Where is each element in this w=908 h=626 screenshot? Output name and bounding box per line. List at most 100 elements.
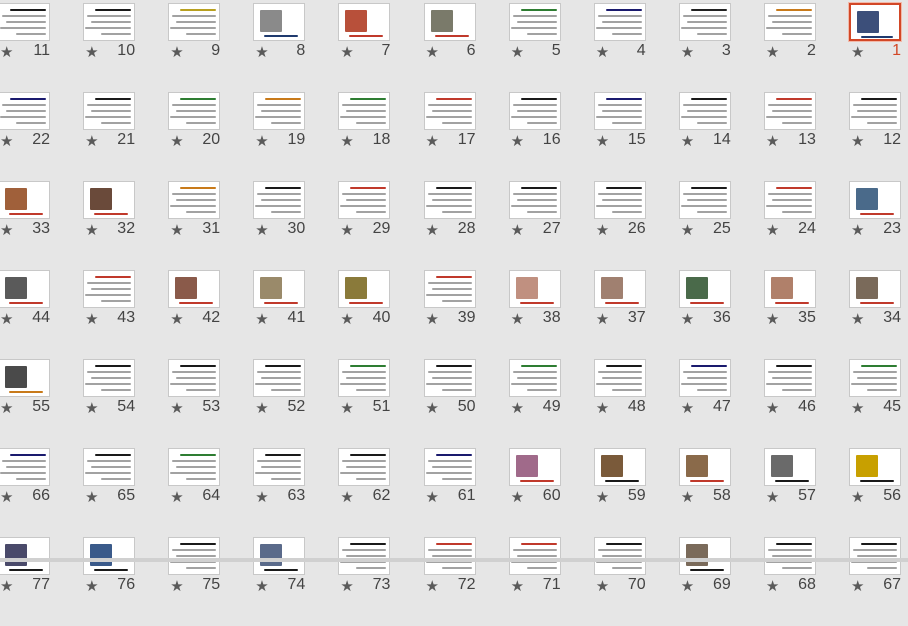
slide-preview[interactable] <box>508 181 561 219</box>
slide-thumbnail-43[interactable]: ★ 43 <box>83 270 168 359</box>
slide-thumbnail-44[interactable]: ★ 44 <box>0 270 83 359</box>
slide-thumbnail-16[interactable]: ★ 16 <box>508 92 594 181</box>
slide-thumbnail-19[interactable]: ★ 19 <box>253 92 338 181</box>
slide-thumbnail-69[interactable]: ★ 69 <box>678 537 764 626</box>
slide-preview[interactable] <box>253 448 306 486</box>
slide-preview[interactable] <box>678 359 731 397</box>
slide-thumbnail-30[interactable]: ★ 30 <box>253 181 338 270</box>
slide-preview[interactable] <box>338 448 391 486</box>
slide-preview[interactable] <box>508 270 561 308</box>
slide-thumbnail-31[interactable]: ★ 31 <box>168 181 253 270</box>
slide-thumbnail-15[interactable]: ★ 15 <box>593 92 679 181</box>
slide-thumbnail-23[interactable]: ★ 23 <box>849 181 908 270</box>
slide-preview[interactable] <box>763 270 816 308</box>
slide-thumbnail-35[interactable]: ★ 35 <box>763 270 849 359</box>
slide-preview[interactable] <box>508 537 561 575</box>
slide-preview[interactable] <box>168 181 221 219</box>
slide-preview[interactable] <box>253 270 306 308</box>
slide-preview[interactable] <box>593 448 646 486</box>
slide-preview[interactable] <box>0 92 50 130</box>
slide-thumbnail-62[interactable]: ★ 62 <box>338 448 423 537</box>
slide-preview[interactable] <box>508 448 561 486</box>
slide-thumbnail-70[interactable]: ★ 70 <box>593 537 679 626</box>
slide-thumbnail-59[interactable]: ★ 59 <box>593 448 679 537</box>
slide-thumbnail-18[interactable]: ★ 18 <box>338 92 423 181</box>
slide-preview[interactable] <box>423 448 476 486</box>
slide-thumbnail-63[interactable]: ★ 63 <box>253 448 338 537</box>
slide-preview[interactable] <box>168 270 221 308</box>
slide-thumbnail-71[interactable]: ★ 71 <box>508 537 594 626</box>
slide-thumbnail-8[interactable]: ★ 8 <box>253 3 338 92</box>
slide-thumbnail-42[interactable]: ★ 42 <box>168 270 253 359</box>
slide-thumbnail-14[interactable]: ★ 14 <box>678 92 764 181</box>
slide-thumbnail-77[interactable]: ★ 77 <box>0 537 83 626</box>
slide-thumbnail-51[interactable]: ★ 51 <box>338 359 423 448</box>
slide-thumbnail-7[interactable]: ★ 7 <box>338 3 423 92</box>
slide-preview[interactable] <box>593 270 646 308</box>
slide-thumbnail-36[interactable]: ★ 36 <box>678 270 764 359</box>
slide-thumbnail-60[interactable]: ★ 60 <box>508 448 594 537</box>
slide-thumbnail-29[interactable]: ★ 29 <box>338 181 423 270</box>
slide-thumbnail-27[interactable]: ★ 27 <box>508 181 594 270</box>
slide-thumbnail-11[interactable]: ★ 11 <box>0 3 83 92</box>
slide-preview[interactable] <box>678 448 731 486</box>
slide-thumbnail-5[interactable]: ★ 5 <box>508 3 594 92</box>
slide-thumbnail-24[interactable]: ★ 24 <box>763 181 849 270</box>
slide-thumbnail-74[interactable]: ★ 74 <box>253 537 338 626</box>
slide-preview[interactable] <box>83 537 136 575</box>
slide-preview[interactable] <box>168 92 221 130</box>
slide-thumbnail-21[interactable]: ★ 21 <box>83 92 168 181</box>
slide-preview[interactable] <box>423 537 476 575</box>
slide-preview[interactable] <box>0 448 50 486</box>
slide-thumbnail-66[interactable]: ★ 66 <box>0 448 83 537</box>
slide-thumbnail-28[interactable]: ★ 28 <box>423 181 509 270</box>
slide-thumbnail-73[interactable]: ★ 73 <box>338 537 423 626</box>
slide-preview[interactable] <box>849 181 901 219</box>
slide-thumbnail-41[interactable]: ★ 41 <box>253 270 338 359</box>
slide-thumbnail-4[interactable]: ★ 4 <box>593 3 679 92</box>
slide-preview[interactable] <box>423 3 476 41</box>
slide-preview[interactable] <box>0 3 50 41</box>
slide-thumbnail-45[interactable]: ★ 45 <box>849 359 908 448</box>
slide-preview[interactable] <box>849 359 901 397</box>
slide-preview[interactable] <box>83 181 136 219</box>
slide-thumbnail-40[interactable]: ★ 40 <box>338 270 423 359</box>
slide-preview[interactable] <box>423 270 476 308</box>
slide-thumbnail-26[interactable]: ★ 26 <box>593 181 679 270</box>
slide-thumbnail-76[interactable]: ★ 76 <box>83 537 168 626</box>
slide-thumbnail-65[interactable]: ★ 65 <box>83 448 168 537</box>
slide-thumbnail-39[interactable]: ★ 39 <box>423 270 509 359</box>
slide-thumbnail-55[interactable]: ★ 55 <box>0 359 83 448</box>
slide-thumbnail-22[interactable]: ★ 22 <box>0 92 83 181</box>
slide-preview[interactable] <box>678 270 731 308</box>
slide-preview[interactable] <box>423 181 476 219</box>
slide-thumbnail-68[interactable]: ★ 68 <box>763 537 849 626</box>
slide-preview[interactable] <box>168 448 221 486</box>
slide-thumbnail-58[interactable]: ★ 58 <box>678 448 764 537</box>
slide-preview[interactable] <box>338 181 391 219</box>
slide-preview[interactable] <box>83 359 136 397</box>
slide-thumbnail-13[interactable]: ★ 13 <box>763 92 849 181</box>
slide-thumbnail-20[interactable]: ★ 20 <box>168 92 253 181</box>
slide-thumbnail-25[interactable]: ★ 25 <box>678 181 764 270</box>
slide-thumbnail-1[interactable]: ★ 1 <box>849 3 908 92</box>
slide-thumbnail-67[interactable]: ★ 67 <box>849 537 908 626</box>
slide-thumbnail-64[interactable]: ★ 64 <box>168 448 253 537</box>
horizontal-scrollbar[interactable] <box>0 558 908 562</box>
slide-preview[interactable] <box>678 181 731 219</box>
slide-thumbnail-33[interactable]: ★ 33 <box>0 181 83 270</box>
slide-preview[interactable] <box>678 537 731 575</box>
slide-preview[interactable] <box>593 359 646 397</box>
slide-preview[interactable] <box>593 3 646 41</box>
slide-thumbnail-12[interactable]: ★ 12 <box>849 92 908 181</box>
slide-thumbnail-50[interactable]: ★ 50 <box>423 359 509 448</box>
slide-thumbnail-46[interactable]: ★ 46 <box>763 359 849 448</box>
slide-thumbnail-9[interactable]: ★ 9 <box>168 3 253 92</box>
slide-preview[interactable] <box>83 3 136 41</box>
slide-preview[interactable] <box>338 359 391 397</box>
slide-preview[interactable] <box>763 92 816 130</box>
slide-preview[interactable] <box>253 537 306 575</box>
slide-preview[interactable] <box>338 270 391 308</box>
slide-preview[interactable] <box>849 270 901 308</box>
slide-preview[interactable] <box>763 537 816 575</box>
